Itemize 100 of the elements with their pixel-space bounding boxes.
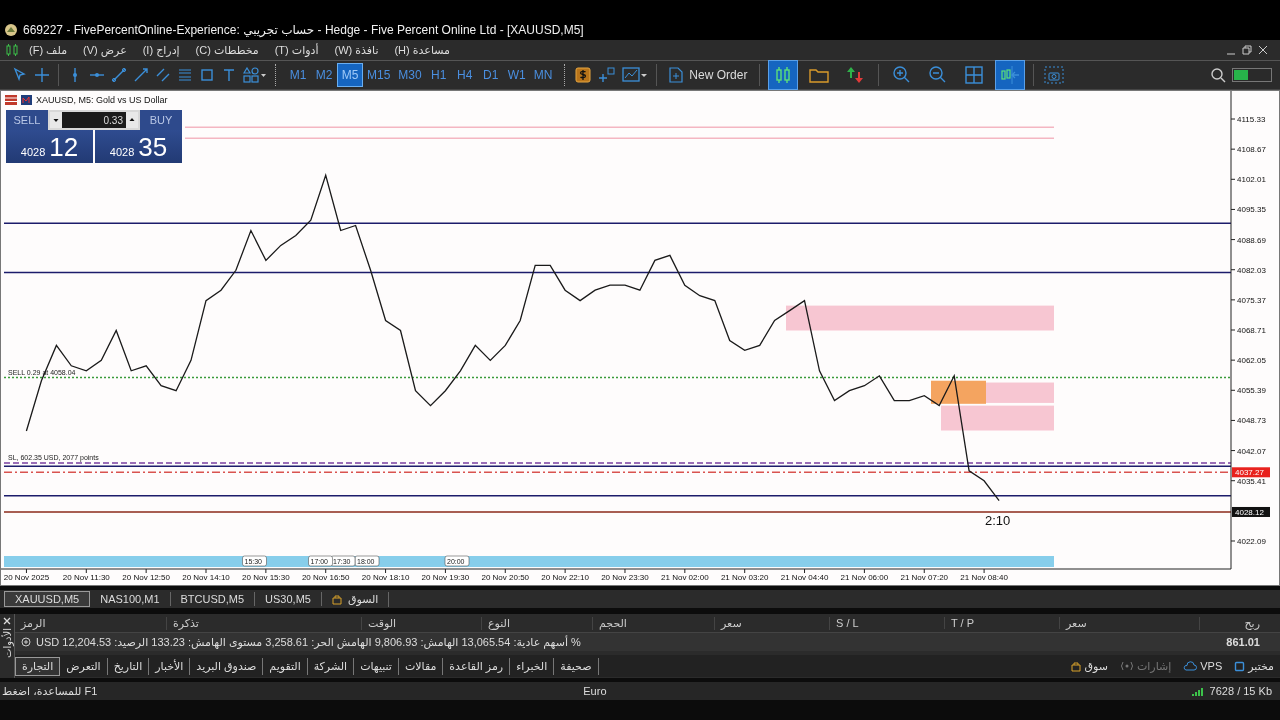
caret-down-icon[interactable]: [50, 112, 62, 128]
menu-item[interactable]: (C) مخططات: [191, 43, 271, 57]
dollar-icon[interactable]: [574, 66, 593, 84]
cursor-icon[interactable]: [12, 67, 28, 83]
price-digits: 35: [138, 133, 168, 161]
terminal-tab[interactable]: التاريخ: [107, 657, 150, 675]
price-axis-label: 4082.03: [1237, 265, 1266, 275]
terminal-tab[interactable]: مقالات: [398, 657, 444, 675]
time-axis-label: 20 Nov 14:10: [182, 573, 230, 582]
menu-item[interactable]: (H) مساعدة: [390, 43, 462, 57]
chart-tab[interactable]: السوق: [321, 591, 390, 607]
terminal-tab[interactable]: رمز القاعدة: [443, 657, 511, 675]
price-tag: 4037.27: [1232, 467, 1270, 478]
rectangle-icon[interactable]: [199, 67, 215, 83]
column-header[interactable]: T / P: [945, 617, 1060, 629]
timeframe-button[interactable]: M15: [363, 63, 395, 87]
text-tool-icon[interactable]: [221, 67, 237, 83]
time-axis-label: 20 Nov 16:50: [301, 573, 350, 582]
ray-icon[interactable]: [133, 67, 149, 83]
terminal-tab[interactable]: VPS: [1177, 660, 1229, 672]
sell-button[interactable]: SELL: [6, 110, 48, 130]
indicator-add-icon[interactable]: [598, 66, 617, 84]
menu-item[interactable]: (I) إدراج: [138, 43, 192, 57]
column-header[interactable]: تذكرة: [167, 616, 362, 630]
chart-tab[interactable]: BTCUSD,M5: [170, 592, 256, 606]
chart-symbol-icon: [21, 95, 32, 105]
signal-bars-icon: [1191, 686, 1204, 696]
timeframe-button[interactable]: H1: [425, 63, 452, 87]
price-axis-label: 4075.37: [1237, 295, 1266, 305]
column-header[interactable]: سعر: [715, 616, 830, 630]
terminal-tab[interactable]: سوق: [1065, 659, 1114, 673]
terminal-tab[interactable]: مختبر: [1228, 659, 1280, 673]
price-prefix: 4028: [20, 146, 46, 160]
buy-button[interactable]: BUY: [140, 110, 182, 130]
sell-price-panel[interactable]: 4028 12: [6, 130, 93, 163]
terminal-tab[interactable]: الخبراء: [510, 657, 555, 675]
column-header[interactable]: الحجم: [593, 616, 715, 630]
timeframe-button[interactable]: M30: [394, 63, 426, 87]
close-icon[interactable]: [1258, 45, 1268, 55]
terminal-tab[interactable]: صحيفة: [554, 657, 599, 675]
time-axis-label: 21 Nov 08:40: [960, 573, 1008, 582]
timeframe-button[interactable]: W1: [503, 63, 530, 87]
chart-tab[interactable]: XAUUSD,M5: [4, 591, 91, 607]
terminal-tab[interactable]: صندوق البريد: [190, 657, 264, 675]
buy-price-panel[interactable]: 4028 35: [95, 130, 182, 163]
square-icon: [1234, 660, 1246, 672]
menu-item[interactable]: (V) عرض: [79, 43, 139, 57]
column-header[interactable]: الوقت: [362, 616, 482, 630]
app-icon: [4, 23, 18, 37]
price-axis-label: 4022.09: [1237, 537, 1266, 546]
menu-item[interactable]: (W) نافذة: [330, 43, 391, 57]
caret-up-icon[interactable]: [126, 112, 138, 128]
chart-tab[interactable]: US30,M5: [255, 592, 322, 606]
terminal-tab[interactable]: تنبيهات: [354, 657, 399, 675]
column-header[interactable]: ربح: [1200, 616, 1280, 630]
time-axis-label: 20 Nov 20:50: [481, 573, 530, 582]
terminal-tab[interactable]: الأخبار: [149, 657, 191, 675]
time-axis-label: 20 Nov 15:30: [242, 573, 290, 582]
time-axis-label: 20 Nov 11:30: [62, 573, 110, 582]
terminal-tab[interactable]: التقويم: [263, 657, 308, 675]
price-axis-label: 4102.01: [1237, 175, 1266, 185]
timeframe-button[interactable]: M1: [285, 63, 311, 87]
screenshot-icon[interactable]: [1042, 64, 1067, 86]
timeframe-button[interactable]: D1: [477, 63, 504, 87]
status-traffic: 7628 / 15 Kb: [1209, 685, 1272, 697]
candles-icon[interactable]: [768, 60, 799, 90]
terminal-tab[interactable]: التجارة: [15, 656, 61, 676]
timeframe-button[interactable]: MN: [529, 63, 557, 87]
price-axis-label: 4108.67: [1237, 145, 1266, 155]
time-axis-label: 21 Nov 06:00: [840, 573, 889, 582]
template-icon[interactable]: [622, 66, 649, 84]
close-icon[interactable]: [3, 617, 11, 625]
lot-size-field[interactable]: 0.33: [48, 110, 140, 130]
price-axis-label: 4048.73: [1237, 416, 1266, 426]
column-header[interactable]: S / L: [830, 617, 945, 629]
column-header[interactable]: النوع: [482, 616, 593, 630]
menu-item[interactable]: (F) ملف: [25, 43, 80, 57]
timeframe-button[interactable]: M2: [311, 63, 337, 87]
timeframe-button[interactable]: H4: [451, 63, 478, 87]
time-axis-label: 20 Nov 23:30: [601, 573, 649, 582]
search-icon[interactable]: [1210, 67, 1226, 83]
column-header[interactable]: سعر: [1060, 616, 1200, 630]
time-axis-label: 21 Nov 07:20: [900, 573, 949, 582]
column-header[interactable]: الرمز: [15, 616, 167, 630]
shapes-icon[interactable]: [243, 67, 267, 83]
trendline-icon[interactable]: [111, 67, 127, 83]
restore-icon[interactable]: [1242, 45, 1252, 55]
channel-icon[interactable]: [155, 67, 171, 83]
new-order-button[interactable]: New Order: [665, 64, 752, 86]
crosshair-icon[interactable]: [34, 67, 50, 83]
price-tag: 4028.12: [1232, 507, 1270, 517]
menu-item[interactable]: (T) أدوات: [270, 43, 331, 57]
chart-shift-icon[interactable]: [995, 60, 1026, 90]
plus-circle-icon: [21, 637, 31, 647]
status-profile: Euro: [583, 685, 607, 697]
time-axis-label: 20 Nov 2025: [3, 573, 50, 582]
price-axis-label: 4035.41: [1237, 476, 1266, 486]
terminal-tab[interactable]: الشركة: [307, 657, 355, 675]
price-axis-label: 4062.05: [1237, 356, 1266, 366]
time-axis-label: 21 Nov 02:00: [661, 573, 709, 582]
